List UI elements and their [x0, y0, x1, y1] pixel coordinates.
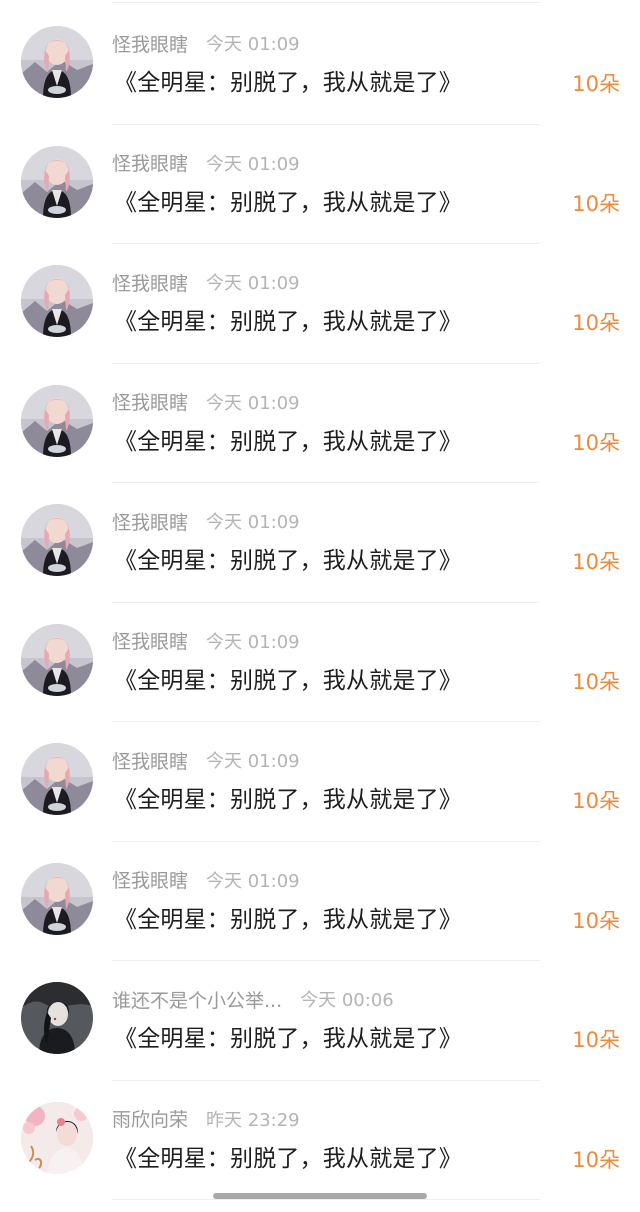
- list-item[interactable]: 怪我眼瞎 今天 01:09 《全明星：别脱了，我从就是了》 10朵: [0, 244, 640, 364]
- username[interactable]: 怪我眼瞎: [112, 269, 188, 296]
- flower-count: 10朵: [572, 72, 620, 96]
- timestamp: 今天 01:09: [206, 751, 300, 772]
- username[interactable]: 怪我眼瞎: [112, 508, 188, 535]
- timestamp: 今天 01:09: [206, 631, 300, 653]
- list-item-meta: 怪我眼瞎 今天 01:09: [112, 868, 300, 892]
- avatar[interactable]: [21, 623, 93, 696]
- avatar[interactable]: [21, 26, 93, 98]
- flower-count: 10朵: [572, 908, 620, 933]
- username[interactable]: 怪我眼瞎: [112, 627, 188, 654]
- list-item-meta: 怪我眼瞎 今天 01:09: [112, 390, 300, 414]
- home-indicator[interactable]: [213, 1193, 427, 1199]
- flower-count: 10朵: [572, 191, 620, 216]
- row-divider: [112, 1199, 540, 1200]
- list-item[interactable]: 怪我眼瞎 今天 01:09 《全明星：别脱了，我从就是了》 10朵: [0, 483, 640, 603]
- timestamp: 今天 01:09: [206, 153, 300, 175]
- list-item[interactable]: 怪我眼瞎 今天 01:09 《全明星：别脱了，我从就是了》 10朵: [0, 5, 640, 125]
- list-item-meta: 怪我眼瞎 今天 01:09: [112, 151, 300, 175]
- list-item[interactable]: 怪我眼瞎 今天 01:09 《全明星：别脱了，我从就是了》 10朵: [0, 364, 640, 483]
- avatar[interactable]: [21, 145, 93, 218]
- list-item-meta: 怪我眼瞎 今天 01:09: [112, 508, 300, 535]
- gift-list[interactable]: 怪我眼瞎 今天 01:09 《全明星：别脱了，我从就是了》 10朵 怪我眼瞎 今…: [0, 5, 640, 1200]
- avatar[interactable]: [21, 982, 93, 1054]
- book-title: 《全明星：别脱了，我从就是了》: [114, 667, 462, 694]
- list-item[interactable]: 怪我眼瞎 今天 01:09 《全明星：别脱了，我从就是了》 10朵: [0, 603, 640, 722]
- username[interactable]: 怪我眼瞎: [112, 149, 188, 176]
- flower-count: 10朵: [572, 311, 620, 335]
- list-item-meta: 谁还不是个小公举... 今天 00:06: [112, 986, 394, 1013]
- avatar[interactable]: [21, 1101, 93, 1174]
- list-item[interactable]: 雨欣向荣 昨天 23:29 《全明星：别脱了，我从就是了》 10朵: [0, 1081, 640, 1200]
- gift-list-page: 怪我眼瞎 今天 01:09 《全明星：别脱了，我从就是了》 10朵 怪我眼瞎 今…: [0, 0, 640, 1212]
- list-item-meta: 雨欣向荣 昨天 23:29: [112, 1107, 300, 1131]
- list-item[interactable]: 怪我眼瞎 今天 01:09 《全明星：别脱了，我从就是了》 10朵: [0, 842, 640, 961]
- book-title: 《全明星：别脱了，我从就是了》: [114, 548, 462, 574]
- flower-count: 10朵: [572, 789, 620, 813]
- timestamp: 今天 01:09: [206, 870, 300, 892]
- flower-count: 10朵: [572, 550, 620, 574]
- username[interactable]: 谁还不是个小公举...: [112, 986, 282, 1013]
- timestamp: 昨天 23:29: [206, 1109, 300, 1131]
- timestamp: 今天 01:09: [206, 392, 300, 414]
- flower-count: 10朵: [572, 1147, 620, 1172]
- book-title: 《全明星：别脱了，我从就是了》: [114, 70, 462, 96]
- username[interactable]: 怪我眼瞎: [112, 388, 188, 415]
- book-title: 《全明星：别脱了，我从就是了》: [114, 1026, 462, 1052]
- username[interactable]: 雨欣向荣: [112, 1105, 188, 1132]
- username[interactable]: 怪我眼瞎: [112, 866, 188, 893]
- list-item-meta: 怪我眼瞎 今天 01:09: [112, 269, 300, 296]
- book-title: 《全明星：别脱了，我从就是了》: [114, 189, 462, 216]
- avatar[interactable]: [21, 862, 93, 935]
- list-item-meta: 怪我眼瞎 今天 01:09: [112, 747, 300, 774]
- timestamp: 今天 01:09: [206, 34, 300, 55]
- avatar[interactable]: [21, 384, 93, 457]
- avatar[interactable]: [21, 265, 93, 337]
- book-title: 《全明星：别脱了，我从就是了》: [114, 309, 462, 335]
- flower-count: 10朵: [572, 430, 620, 455]
- list-item-meta: 怪我眼瞎 今天 01:09: [112, 629, 300, 653]
- list-item[interactable]: 怪我眼瞎 今天 01:09 《全明星：别脱了，我从就是了》 10朵: [0, 722, 640, 842]
- list-item[interactable]: 谁还不是个小公举... 今天 00:06 《全明星：别脱了，我从就是了》 10朵: [0, 961, 640, 1081]
- book-title: 《全明星：别脱了，我从就是了》: [114, 906, 462, 933]
- book-title: 《全明星：别脱了，我从就是了》: [114, 428, 462, 455]
- timestamp: 今天 01:09: [206, 273, 300, 294]
- timestamp: 今天 01:09: [206, 512, 300, 533]
- list-item-meta: 怪我眼瞎 今天 01:09: [112, 30, 300, 57]
- avatar[interactable]: [21, 743, 93, 815]
- top-divider: [112, 2, 540, 3]
- flower-count: 10朵: [572, 1028, 620, 1052]
- book-title: 《全明星：别脱了，我从就是了》: [114, 1145, 462, 1172]
- avatar[interactable]: [21, 504, 93, 576]
- username[interactable]: 怪我眼瞎: [112, 747, 188, 774]
- flower-count: 10朵: [572, 669, 620, 694]
- list-item[interactable]: 怪我眼瞎 今天 01:09 《全明星：别脱了，我从就是了》 10朵: [0, 125, 640, 244]
- book-title: 《全明星：别脱了，我从就是了》: [114, 787, 462, 813]
- username[interactable]: 怪我眼瞎: [112, 30, 188, 57]
- timestamp: 今天 00:06: [300, 990, 394, 1011]
